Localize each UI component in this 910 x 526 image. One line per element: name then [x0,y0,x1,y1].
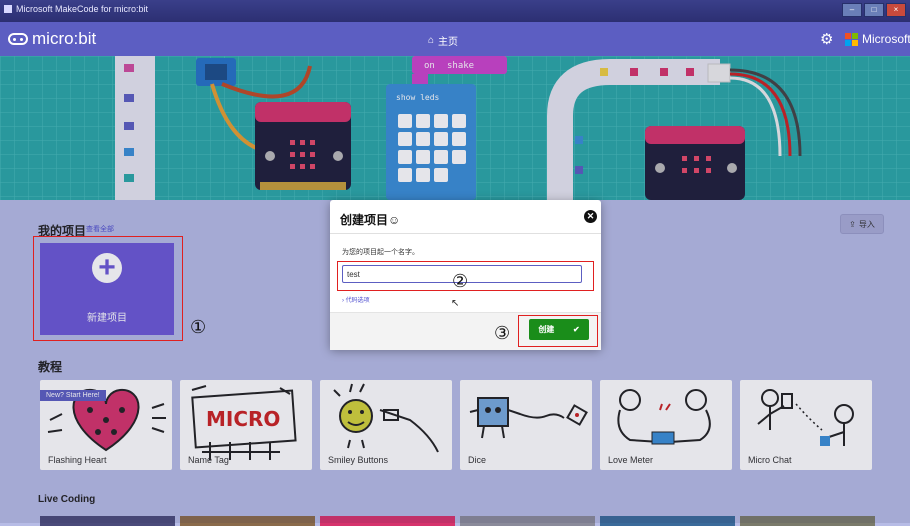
maximize-button[interactable]: □ [864,3,884,17]
mouse-cursor-icon: ↖ [451,298,460,309]
smile-icon: ☺ [388,213,401,227]
close-icon[interactable]: ✕ [584,210,597,223]
app-header: micro:bit ⌂ 主页 ⚙ Microsoft [0,22,910,56]
window-title: Microsoft MakeCode for micro:bit [16,4,149,14]
microbit-logo[interactable]: micro:bit [8,29,96,49]
code-options-toggle[interactable]: › 代码选项 [342,295,370,304]
annotation-step-1: ① [190,317,207,338]
microsoft-logo-icon [845,32,858,46]
annotation-step-3: ③ [494,323,511,344]
dialog-divider [330,233,601,234]
annotation-box-new-project [33,236,183,341]
window-titlebar: Microsoft MakeCode for micro:bit – □ × [0,0,910,22]
microsoft-text: Microsoft [862,32,910,46]
app-icon [4,5,12,13]
logo-text: micro:bit [32,29,97,48]
annotation-box-create [518,315,598,347]
home-label: 主页 [438,37,459,48]
microbit-logo-icon [8,33,28,45]
dialog-title: 创建项目☺ [340,213,401,227]
home-icon: ⌂ [428,35,435,46]
chevron-right-icon: › [342,298,344,304]
window-controls: – □ × [842,3,906,17]
home-button[interactable]: ⌂ 主页 [428,33,458,48]
dialog-prompt: 为您的项目起一个名字。 [342,249,419,256]
minimize-button[interactable]: – [842,3,862,17]
microsoft-logo[interactable]: Microsoft [845,32,910,46]
gear-icon[interactable]: ⚙ [820,30,833,48]
annotation-step-2: ② [452,271,469,292]
code-options-label: 代码选项 [345,298,370,304]
window-close-button[interactable]: × [886,3,906,17]
